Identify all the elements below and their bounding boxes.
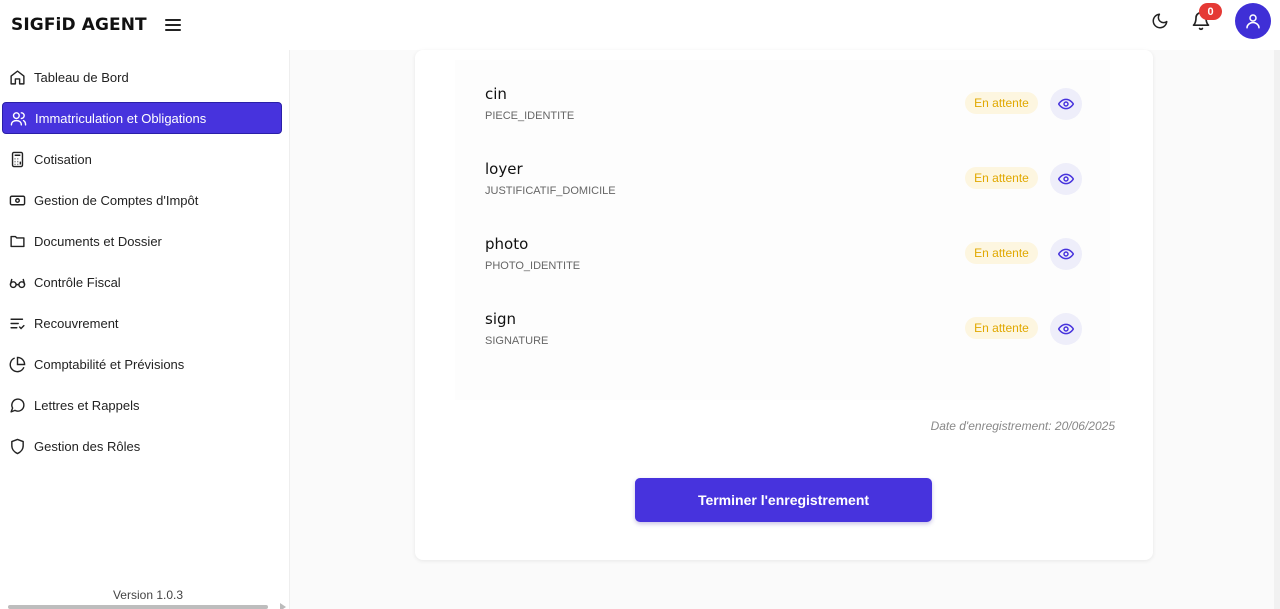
document-name: cin	[485, 85, 507, 103]
document-name: photo	[485, 235, 529, 253]
finish-registration-button[interactable]: Terminer l'enregistrement	[635, 478, 932, 522]
status-badge: En attente	[965, 92, 1038, 114]
user-avatar[interactable]	[1235, 3, 1271, 39]
menu-toggle-icon[interactable]	[164, 18, 181, 32]
document-type: SIGNATURE	[485, 335, 549, 347]
document-name: sign	[485, 310, 517, 328]
glasses-icon	[9, 274, 26, 291]
notification-count-badge: 0	[1199, 3, 1222, 20]
document-row: sign SIGNATURE En attente	[485, 295, 1085, 355]
sidebar-item-label: Comptabilité et Prévisions	[34, 356, 185, 372]
sidebar-item-label: Documents et Dossier	[34, 233, 162, 249]
document-type: PIECE_IDENTITE	[485, 110, 575, 122]
sidebar-item-label: Lettres et Rappels	[34, 397, 140, 413]
sidebar-item-lettres[interactable]: Lettres et Rappels	[2, 389, 282, 421]
sidebar-item-label: Cotisation	[34, 151, 92, 167]
status-badge: En attente	[965, 242, 1038, 264]
dark-mode-icon[interactable]	[1150, 11, 1170, 31]
eye-icon	[1058, 173, 1074, 185]
document-type: PHOTO_IDENTITE	[485, 260, 581, 272]
sidebar-item-label: Immatriculation et Obligations	[35, 110, 207, 126]
sidebar-item-comptes-impot[interactable]: Gestion de Comptes d'Impôt	[2, 184, 282, 216]
sidebar-item-recouvrement[interactable]: Recouvrement	[2, 307, 282, 339]
shield-icon	[9, 438, 26, 455]
sidebar-item-immatriculation[interactable]: Immatriculation et Obligations	[2, 102, 282, 134]
eye-icon	[1058, 98, 1074, 110]
registration-card: cin PIECE_IDENTITE En attente loyer JUST…	[415, 50, 1153, 560]
sidebar-item-label: Gestion des Rôles	[34, 438, 141, 454]
brand-title: SIGFiD AGENT	[11, 15, 147, 35]
status-badge: En attente	[965, 317, 1038, 339]
sidebar-item-roles[interactable]: Gestion des Rôles	[2, 430, 282, 462]
status-badge: En attente	[965, 167, 1038, 189]
calculator-icon	[9, 151, 26, 168]
sidebar-item-comptabilite[interactable]: Comptabilité et Prévisions	[2, 348, 282, 380]
banknote-icon	[9, 192, 26, 209]
scroll-right-arrow-icon[interactable]	[280, 603, 286, 609]
eye-icon	[1058, 248, 1074, 260]
sidebar-item-cotisation[interactable]: Cotisation	[2, 143, 282, 175]
users-icon	[10, 110, 27, 127]
top-bar: SIGFiD AGENT	[0, 0, 1280, 50]
view-document-button[interactable]	[1050, 238, 1082, 270]
eye-icon	[1058, 323, 1074, 335]
document-list: cin PIECE_IDENTITE En attente loyer JUST…	[455, 60, 1110, 400]
folder-icon	[9, 233, 26, 250]
page-vertical-scrollbar[interactable]	[1274, 50, 1280, 609]
sidebar-item-controle-fiscal[interactable]: Contrôle Fiscal	[2, 266, 282, 298]
sidebar-item-documents[interactable]: Documents et Dossier	[2, 225, 282, 257]
sidebar-item-label: Recouvrement	[34, 315, 119, 331]
sidebar-item-label: Gestion de Comptes d'Impôt	[34, 192, 199, 208]
sidebar-item-label: Tableau de Bord	[34, 69, 129, 85]
list-check-icon	[9, 315, 26, 332]
sidebar-item-label: Contrôle Fiscal	[34, 274, 121, 290]
message-circle-icon	[9, 397, 26, 414]
document-type: JUSTIFICATIF_DOMICILE	[485, 185, 616, 197]
view-document-button[interactable]	[1050, 313, 1082, 345]
app-version: Version 1.0.3	[112, 588, 184, 602]
sidebar: Tableau de Bord Immatriculation et Oblig…	[0, 50, 290, 609]
document-row: loyer JUSTIFICATIF_DOMICILE En attente	[485, 145, 1085, 205]
registration-date: Date d'enregistrement: 20/06/2025	[930, 419, 1115, 433]
pie-chart-icon	[9, 356, 26, 373]
sidebar-item-tableau-de-bord[interactable]: Tableau de Bord	[2, 61, 282, 93]
view-document-button[interactable]	[1050, 163, 1082, 195]
view-document-button[interactable]	[1050, 88, 1082, 120]
user-icon	[1246, 14, 1260, 29]
document-row: cin PIECE_IDENTITE En attente	[485, 70, 1085, 130]
document-name: loyer	[485, 160, 523, 178]
document-row: photo PHOTO_IDENTITE En attente	[485, 220, 1085, 280]
sidebar-horizontal-scrollbar[interactable]	[8, 605, 268, 609]
home-icon	[9, 69, 26, 86]
